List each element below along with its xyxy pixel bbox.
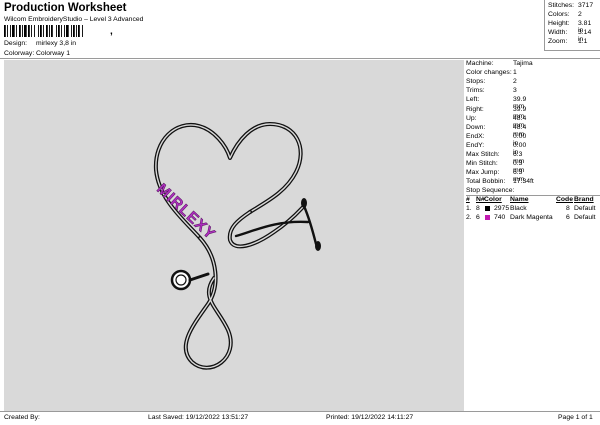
info-row: Stops: 2 [466, 78, 517, 86]
stop-index: 1. [466, 205, 472, 212]
heart-outline [153, 122, 303, 240]
info-row: EndX: 0.00 in [466, 132, 526, 147]
embroidery-artwork: MIRLEXY [153, 122, 321, 370]
stop-index: 2. [466, 214, 472, 221]
stat-stitches: Stitches: 3717 [548, 2, 594, 9]
printed-date: Printed: 19/12/2022 14:11:27 [326, 414, 414, 421]
stop-brand: Default [574, 205, 596, 212]
info-row: Color changes: 1 [466, 69, 517, 77]
stop-code: 6 [566, 214, 570, 221]
info-row: EndY: 0.00 in [466, 141, 526, 156]
info-label: Left: [466, 96, 480, 104]
stat-width: Width: 3.14 in [548, 29, 592, 43]
info-value: 17.34ft [513, 178, 534, 186]
footer: Created By: Last Saved: 19/12/2022 13:51… [0, 411, 600, 425]
stat-colors: Colors: 2 [548, 11, 582, 18]
header-divider [0, 58, 600, 59]
stop-needle: 8 [476, 205, 480, 212]
info-label: Total Bobbin: [466, 178, 506, 186]
barcode [4, 25, 83, 37]
stop-column-header: Brand [574, 196, 594, 203]
stop-color-name: Dark Magenta [510, 214, 553, 221]
stop-color-code: 2975 [494, 205, 510, 212]
info-label: Stops: [466, 78, 486, 86]
info-label: Down: [466, 123, 486, 131]
stats-box: Stitches: 3717 Colors: 2 Height: 3.81 in Wi… [544, 0, 600, 51]
page-title: Production Worksheet [4, 2, 127, 14]
colorway-label: Colorway: [4, 50, 35, 57]
info-label: EndX: [466, 132, 485, 140]
colorway-value: Colorway 1 [36, 50, 70, 57]
info-label: Machine: [466, 60, 494, 67]
info-value: 3 [513, 87, 517, 95]
info-label: Color changes: [466, 69, 512, 77]
info-label: Max Stitch: [466, 151, 500, 158]
info-row: Trims: 3 [466, 87, 517, 95]
info-row: Machine: Tajima [466, 60, 533, 67]
stop-column-header: Code [556, 196, 573, 203]
info-row: Down: 48.4 mm [466, 123, 526, 138]
info-label: Max Jump: [466, 169, 500, 177]
info-label: Right: [466, 105, 484, 113]
info-row: Left: 39.9 mm [466, 96, 526, 110]
stop-column-header: Name [510, 196, 529, 203]
design-value: mirlexy 3,8 in [36, 40, 77, 47]
stop-brand: Default [574, 214, 596, 221]
chestpiece [170, 269, 192, 291]
stop-needle: 6 [476, 214, 480, 221]
stop-column-header: # [466, 196, 470, 203]
created-by: Created By: [4, 414, 40, 421]
stop-sequence-title: Stop Sequence: [466, 187, 515, 194]
stop-color-code: 740 [494, 214, 506, 221]
color-swatch [485, 206, 490, 211]
info-label: Trims: [466, 87, 485, 95]
stat-height: Height: 3.81 in [548, 20, 592, 34]
design-preview: MIRLEXY [4, 60, 464, 411]
info-row: Total Bobbin: 17.34ft [466, 178, 534, 186]
info-label: Min Stitch: [466, 160, 498, 168]
info-row: Max Jump: 6.3 mm [466, 169, 524, 183]
info-value: Tajima [513, 60, 533, 67]
info-row: Max Stitch: 6.3 mm [466, 151, 524, 165]
info-label: Up: [466, 114, 477, 122]
info-row: Up: 48.4 mm [466, 114, 526, 129]
software-subtitle: Wilcom EmbroideryStudio – Level 3 Advanc… [4, 16, 144, 23]
info-value: 2 [513, 78, 517, 86]
artwork-text: MIRLEXY [153, 180, 218, 243]
info-value: 1 [513, 69, 517, 77]
color-swatch [485, 215, 490, 220]
info-row: Min Stitch: 0.3 mm [466, 160, 524, 174]
stat-zoom: Zoom: 1:1 [548, 38, 588, 45]
barcode-suffix: , [110, 26, 113, 37]
ear-tip [301, 198, 307, 208]
info-label: EndY: [466, 141, 485, 149]
stop-color-name: Black [510, 205, 527, 212]
last-saved: Last Saved: 19/12/2022 13:51:27 [148, 414, 249, 421]
info-row: Right: 39.9 mm [466, 105, 526, 120]
stop-column-header: Color [484, 196, 502, 203]
design-label: Design: [4, 40, 28, 47]
page-number: Page 1 of 1 [558, 414, 593, 421]
stop-code: 8 [566, 205, 570, 212]
